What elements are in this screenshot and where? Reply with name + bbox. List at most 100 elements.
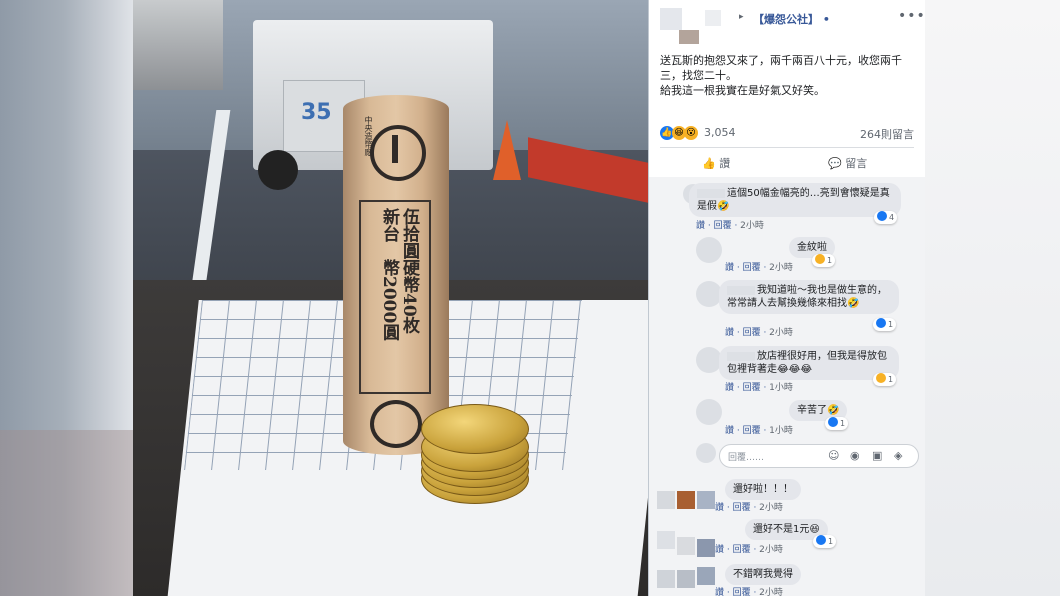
- commenter-avatar[interactable]: [696, 237, 722, 263]
- photo-wheel: [258, 150, 298, 190]
- post-text-line-2: 給我這一根我實在是好氣又好笑。: [660, 84, 825, 97]
- haha-icon: [815, 254, 825, 264]
- emoji-icon[interactable]: ☺: [828, 449, 839, 462]
- comment-reaction[interactable]: 1: [812, 254, 836, 267]
- comment-reaction-count: 1: [888, 320, 894, 329]
- photo-traffic-cone: [493, 120, 521, 180]
- post-photo[interactable]: 35 新台 幣2000圓 伍拾圓硬幣40枚 中央造幣廠: [133, 0, 648, 596]
- avatar-blurred: [679, 30, 699, 44]
- photo-building: [133, 0, 223, 90]
- comment-reaction[interactable]: 1: [873, 373, 897, 386]
- like-label: 讚: [719, 157, 731, 170]
- comment-reaction[interactable]: 4: [874, 211, 898, 224]
- avatar-blurred: [660, 8, 682, 30]
- comment-bubble: 還好啦！！！: [725, 479, 801, 500]
- like-icon: [816, 535, 826, 545]
- comment-text: 金紋啦: [797, 242, 827, 253]
- comment-time: 2小時: [759, 503, 783, 513]
- reaction-summary[interactable]: 👍 😆 😮 3,054 264則留言: [660, 124, 914, 142]
- comment-meta[interactable]: 讚 · 回覆 · 2小時: [696, 218, 764, 231]
- comment-time: 2小時: [759, 545, 783, 555]
- comment-section: 這個50幅金幅亮的…亮到會懷疑是真是假🤣 4 讚 · 回覆 · 2小時 金紋啦 …: [649, 177, 925, 596]
- dot-separator: •: [822, 13, 830, 26]
- comment-actions[interactable]: 讚 · 回覆 ·: [715, 503, 759, 513]
- avatar-blurred: [697, 539, 715, 557]
- comment-meta[interactable]: 讚 · 回覆 · 2小時: [715, 500, 783, 513]
- comment-actions[interactable]: 讚 · 回覆 ·: [725, 426, 769, 436]
- comment-reaction-count: 1: [888, 375, 894, 384]
- gif-icon[interactable]: ▣: [872, 449, 882, 462]
- comment-meta[interactable]: 讚 · 回覆 · 2小時: [725, 325, 793, 338]
- comment-bubble: 放店裡很好用，但我是得放包包裡背著走😂😂😂: [719, 346, 899, 380]
- name-blurred: [727, 351, 755, 361]
- photo-truck-number: 35: [301, 100, 332, 125]
- avatar-blurred: [677, 537, 695, 555]
- group-name-text: 【爆怨公社】: [753, 13, 819, 26]
- avatar-blurred: [657, 491, 675, 509]
- reply-input[interactable]: 回覆…… ☺ ◉ ▣ ◈: [719, 444, 919, 468]
- avatar-blurred: [657, 570, 675, 588]
- comment-button[interactable]: 💬 留言: [828, 155, 867, 171]
- comment-time: 2小時: [769, 263, 793, 273]
- thumbs-up-icon: 👍: [702, 157, 716, 170]
- comment-meta[interactable]: 讚 · 回覆 · 2小時: [715, 585, 783, 596]
- reply-placeholder: 回覆……: [728, 453, 765, 463]
- post-header: ▸ 【爆怨公社】 • •••: [649, 0, 925, 48]
- coin-roll-small-text: 中央造幣廠: [364, 116, 373, 156]
- comment-reaction-count: 1: [840, 419, 846, 428]
- comment-reaction-count: 4: [889, 213, 895, 222]
- post-text-line-1: 送瓦斯的抱怨又來了，兩千兩百八十元，收您兩千三，找您二十。: [660, 54, 902, 82]
- comment-time: 2小時: [740, 221, 764, 231]
- comment-reaction-count: 1: [828, 537, 834, 546]
- comment-text: 這個50幅金幅亮的…亮到會懷疑是真是假🤣: [697, 188, 890, 212]
- comment-reaction[interactable]: 1: [825, 417, 849, 430]
- coin-roll-text-2: 伍拾圓硬幣40枚: [399, 208, 419, 334]
- comment-count-link[interactable]: 264則留言: [860, 126, 914, 142]
- name-blurred: [705, 10, 721, 26]
- comment-actions[interactable]: 讚 · 回覆 ·: [725, 383, 769, 393]
- name-blurred: [727, 285, 755, 295]
- my-avatar: [696, 443, 716, 463]
- comment-meta[interactable]: 讚 · 回覆 · 2小時: [725, 260, 793, 273]
- comment-meta[interactable]: 讚 · 回覆 · 2小時: [715, 542, 783, 555]
- comment-meta[interactable]: 讚 · 回覆 · 1小時: [725, 423, 793, 436]
- avatar-blurred: [677, 491, 695, 509]
- like-icon: [876, 318, 886, 328]
- camera-icon[interactable]: ◉: [850, 449, 860, 462]
- avatar-blurred: [657, 531, 675, 549]
- coin-top: [421, 404, 529, 454]
- comment-time: 1小時: [769, 426, 793, 436]
- comment-actions[interactable]: 讚 · 回覆 ·: [715, 545, 759, 555]
- post-body: 送瓦斯的抱怨又來了，兩千兩百八十元，收您兩千三，找您二十。 給我這一根我實在是好…: [660, 53, 914, 98]
- share-arrow-icon: ▸: [739, 12, 744, 22]
- group-name-link[interactable]: 【爆怨公社】 •: [753, 11, 830, 27]
- post-action-bar: 👍 讚 💬 留言: [660, 147, 914, 178]
- more-options-icon[interactable]: •••: [898, 8, 925, 24]
- comment-reaction[interactable]: 1: [813, 535, 837, 548]
- comment-text: 還好不是1元😆: [753, 524, 820, 535]
- avatar-blurred: [697, 567, 715, 585]
- comment-actions[interactable]: 讚 · 回覆 ·: [715, 588, 759, 596]
- wow-reaction-icon: 😮: [684, 126, 698, 140]
- name-blurred: [697, 188, 725, 198]
- mint-emblem-icon: [370, 125, 426, 181]
- sticker-icon[interactable]: ◈: [894, 449, 902, 462]
- avatar-blurred: [677, 570, 695, 588]
- commenter-avatar[interactable]: [696, 399, 722, 425]
- comment-actions[interactable]: 讚 · 回覆 ·: [696, 221, 740, 231]
- speech-bubble-icon: 💬: [828, 157, 842, 170]
- comment-text: 不錯啊我覺得: [733, 569, 793, 580]
- like-icon: [828, 417, 838, 427]
- reaction-count[interactable]: 3,054: [704, 126, 736, 139]
- comment-actions[interactable]: 讚 · 回覆 ·: [725, 328, 769, 338]
- comment-text: 辛苦了🤣: [797, 405, 840, 416]
- like-button[interactable]: 👍 讚: [702, 155, 730, 171]
- like-icon: [877, 211, 887, 221]
- comment-reaction[interactable]: 1: [873, 318, 897, 331]
- comment-bubble: 我知道啦～我也是做生意的，常常請人去幫換幾條來相找🤣: [719, 280, 899, 314]
- comment-meta[interactable]: 讚 · 回覆 · 1小時: [725, 380, 793, 393]
- haha-icon: [876, 373, 886, 383]
- comment-time: 2小時: [759, 588, 783, 596]
- comment-actions[interactable]: 讚 · 回覆 ·: [725, 263, 769, 273]
- comment-time: 2小時: [769, 328, 793, 338]
